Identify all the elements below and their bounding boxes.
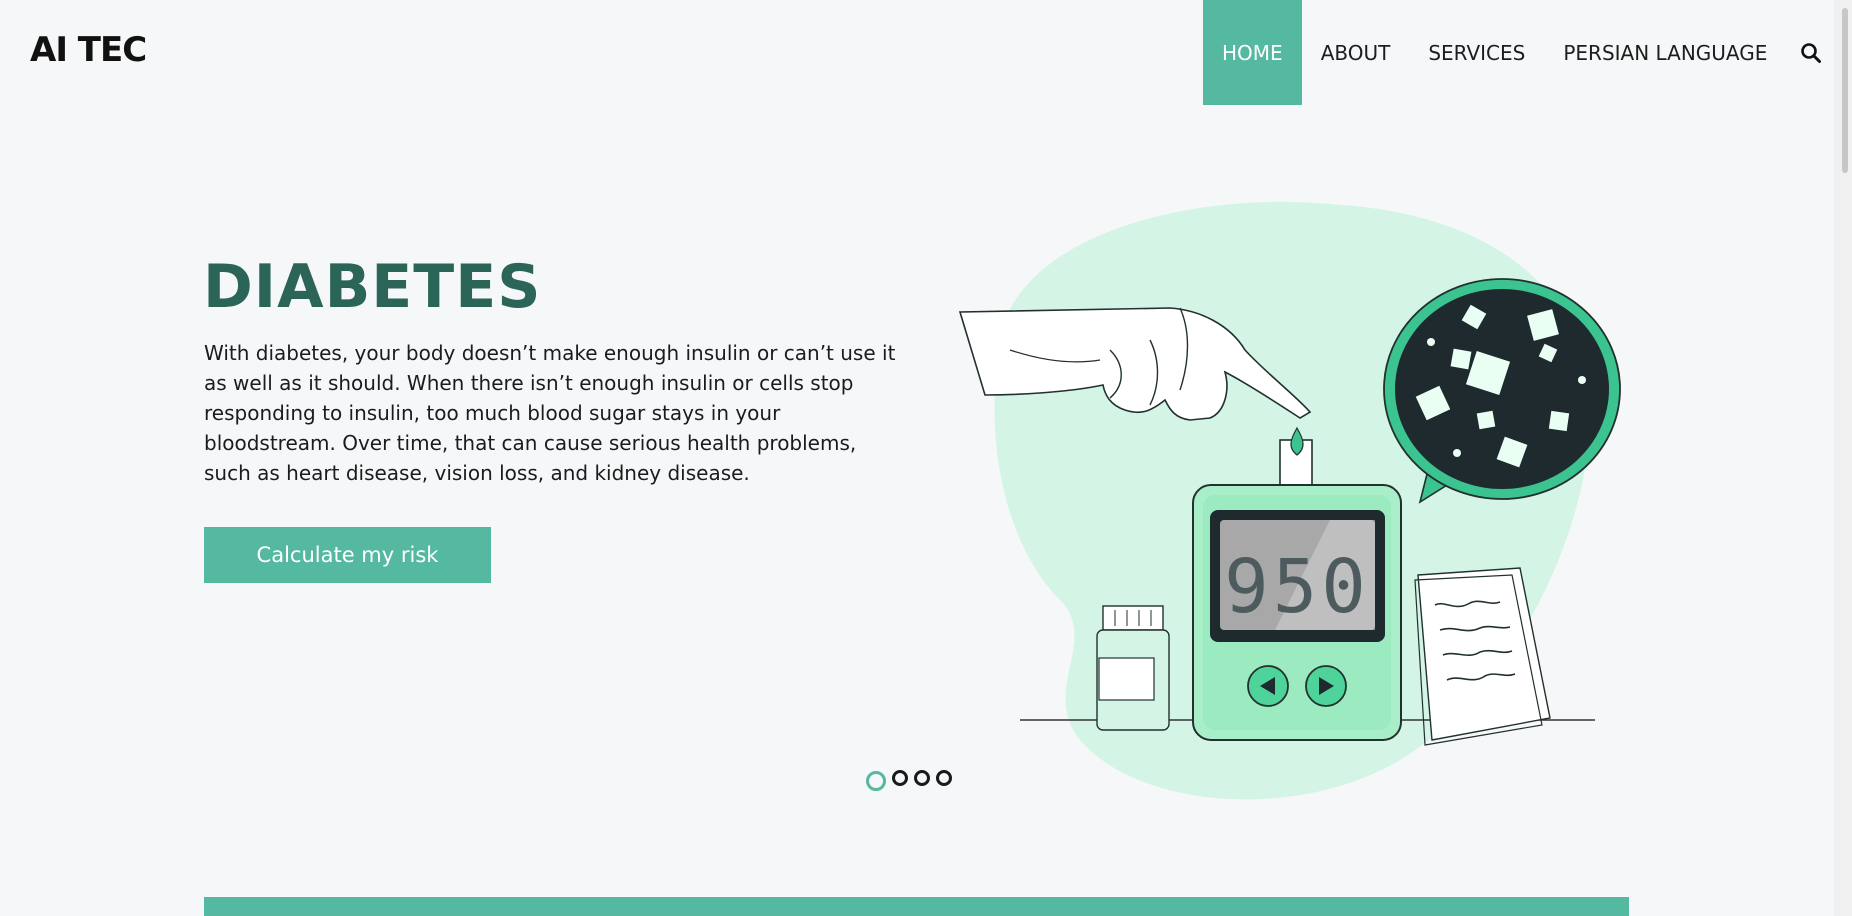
- glucose-meter-illustration: 950: [958, 201, 1621, 800]
- search-icon[interactable]: [1800, 0, 1822, 105]
- hero-description: With diabetes, your body doesn’t make en…: [204, 341, 896, 485]
- carousel-dot-3[interactable]: [914, 770, 930, 786]
- nav-home[interactable]: HOME: [1203, 0, 1302, 105]
- hero-title: DIABETES: [203, 252, 542, 322]
- carousel-dot-1[interactable]: [866, 771, 886, 791]
- section-bar: [204, 897, 1629, 916]
- carousel-dot-4[interactable]: [936, 770, 952, 786]
- main-nav: HOME ABOUT SERVICES PERSIAN LANGUAGE: [1203, 0, 1822, 105]
- meter-reading: 950: [1224, 544, 1370, 630]
- site-logo[interactable]: AI TEC: [30, 30, 147, 70]
- page-scrollbar[interactable]: [1834, 0, 1852, 916]
- calculate-risk-button[interactable]: Calculate my risk: [204, 527, 491, 583]
- nav-persian-language[interactable]: PERSIAN LANGUAGE: [1544, 0, 1786, 105]
- carousel-indicators: [866, 770, 952, 791]
- carousel-dot-2[interactable]: [892, 770, 908, 786]
- scrollbar-thumb[interactable]: [1842, 8, 1848, 173]
- sugar-thought-bubble: [1383, 278, 1621, 504]
- nav-services[interactable]: SERVICES: [1409, 0, 1544, 105]
- pill-bottle: [1096, 605, 1170, 731]
- nav-about[interactable]: ABOUT: [1302, 0, 1410, 105]
